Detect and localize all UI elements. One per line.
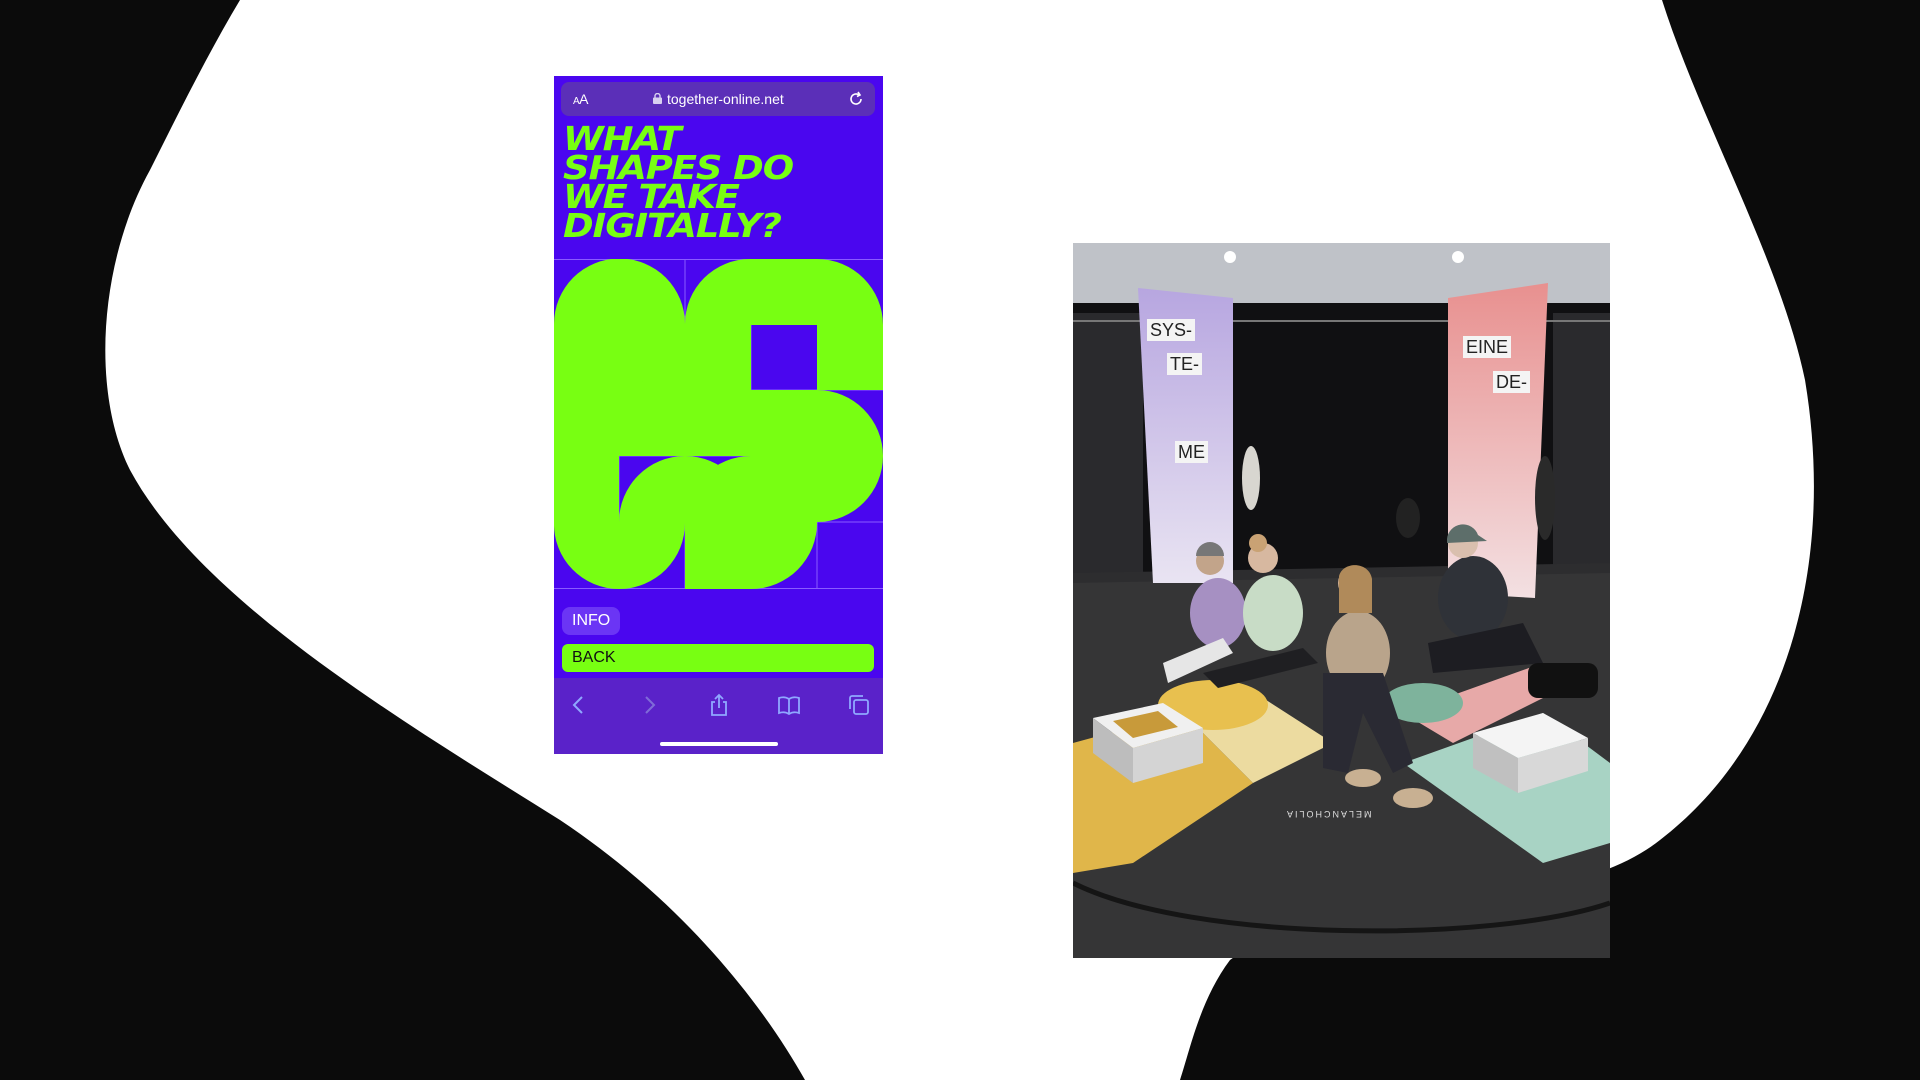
- lock-icon: [653, 93, 662, 104]
- exhibition-photo: SYS- TE- ME EINE DE- MELANCHOLIA: [1073, 243, 1610, 958]
- home-indicator: [660, 742, 778, 746]
- tabs-icon[interactable]: [846, 692, 872, 718]
- info-button[interactable]: INFO: [562, 607, 621, 635]
- phone-screenshot: AA together-online.net WHAT SHAPES DO WE…: [554, 76, 883, 754]
- floor-text: MELANCHOLIA: [1285, 809, 1372, 819]
- page-headline: WHAT SHAPES DO WE TAKE DIGITALLY?: [563, 122, 883, 242]
- headline-line: DIGITALLY?: [563, 206, 782, 245]
- banner-word: EINE: [1463, 336, 1512, 358]
- reload-icon[interactable]: [847, 90, 865, 108]
- forward-icon[interactable]: [636, 692, 662, 718]
- banner-word: SYS-: [1147, 319, 1196, 341]
- banner-word: ME: [1175, 441, 1208, 463]
- share-icon[interactable]: [706, 692, 732, 718]
- address-bar[interactable]: AA together-online.net: [561, 82, 875, 116]
- banner-word: TE-: [1167, 353, 1202, 375]
- shape-grid-artwork: [554, 259, 883, 589]
- back-icon[interactable]: [566, 692, 592, 718]
- back-button[interactable]: BACK: [562, 644, 874, 672]
- reader-aa-button[interactable]: AA: [573, 91, 589, 107]
- bookmarks-icon[interactable]: [776, 692, 802, 718]
- background-blob: [0, 0, 1920, 1080]
- banner-word: DE-: [1493, 371, 1530, 393]
- url-text: together-online.net: [667, 91, 784, 107]
- photo-scene: [1073, 243, 1610, 958]
